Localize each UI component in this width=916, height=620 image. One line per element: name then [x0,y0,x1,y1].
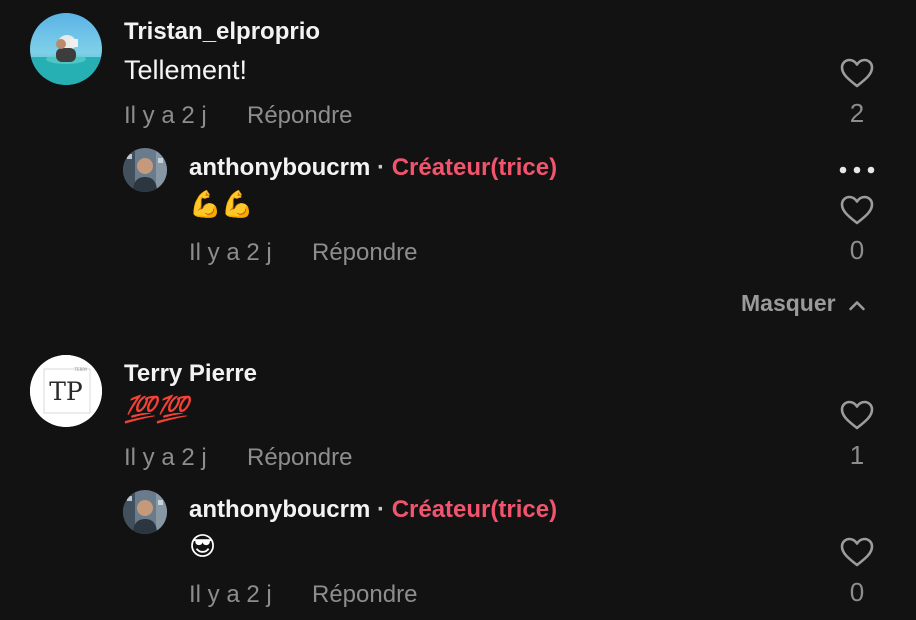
avatar[interactable] [123,148,167,192]
reply-text: 💪💪 [189,190,254,220]
reply-text: 😎 [189,532,217,562]
like-count: 0 [849,577,865,607]
avatar-small-text: TERRY [74,367,88,372]
avatar[interactable]: TP TERRY [30,355,102,427]
heart-outline-icon[interactable] [840,537,874,567]
reply-username[interactable]: anthonyboucrm [189,154,370,181]
reply-timestamp: Il y a 2 j [189,581,272,608]
hide-replies-button[interactable]: Masquer [741,288,866,318]
reply-username-line: anthonyboucrm · Créateur(trice) [189,153,557,183]
avatar-text: TP [49,377,83,406]
more-horizontal-icon[interactable] [837,165,877,175]
heart-outline-icon[interactable] [840,400,874,430]
reply-button[interactable]: Répondre [247,443,352,473]
creator-badge: Créateur(trice) [391,154,558,181]
comment-text: 💯💯 [124,395,189,425]
avatar-photo [30,13,102,85]
comment-timestamp: Il y a 2 j [124,444,207,471]
separator-dot: · [377,496,386,523]
hide-replies-label: Masquer [741,290,836,316]
chevron-up-icon [849,301,865,311]
reply-timestamp: Il y a 2 j [189,239,272,266]
avatar-logo: TP TERRY [30,355,102,427]
like-count: 2 [849,98,865,128]
reply-button[interactable]: Répondre [312,238,417,268]
avatar[interactable] [30,13,102,85]
reply-button[interactable]: Répondre [312,580,417,610]
reply-username[interactable]: anthonyboucrm [189,496,370,523]
heart-outline-icon[interactable] [840,58,874,88]
avatar-photo [123,148,167,192]
avatar[interactable] [123,490,167,534]
heart-outline-icon[interactable] [840,195,874,225]
avatar-photo [123,490,167,534]
reply-button[interactable]: Répondre [247,101,352,131]
comment-username[interactable]: Terry Pierre [124,359,257,389]
comment-username[interactable]: Tristan_elproprio [124,17,320,47]
like-count: 0 [849,235,865,265]
comment-timestamp: Il y a 2 j [124,102,207,129]
reply-username-line: anthonyboucrm · Créateur(trice) [189,495,557,525]
like-count: 1 [849,440,865,470]
separator-dot: · [377,154,386,181]
comment-text: Tellement! [124,55,248,85]
creator-badge: Créateur(trice) [391,496,558,523]
